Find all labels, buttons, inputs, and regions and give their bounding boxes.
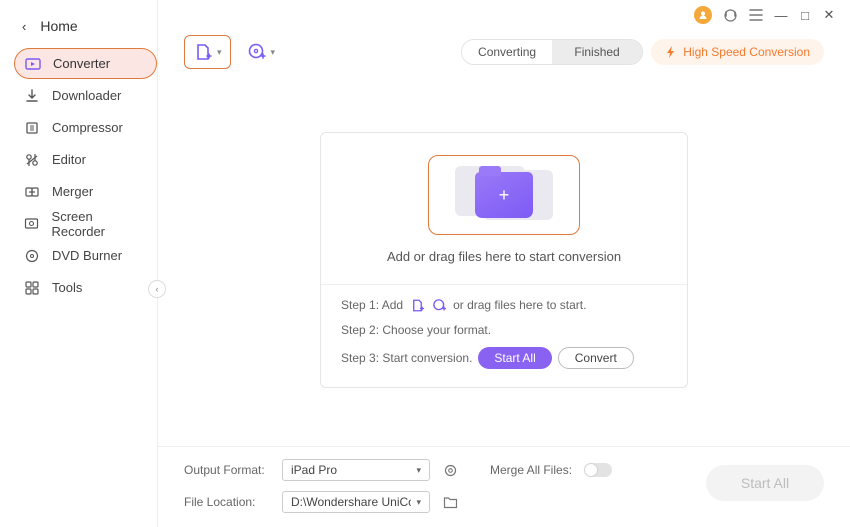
sidebar-item-label: Downloader xyxy=(52,88,121,103)
home-label: Home xyxy=(40,18,77,34)
merge-label: Merge All Files: xyxy=(490,463,572,477)
add-file-button[interactable]: ▾ xyxy=(184,35,231,69)
caret-icon: ▾ xyxy=(416,497,421,508)
add-dvd-button[interactable]: ▾ xyxy=(239,36,284,68)
sidebar-item-downloader[interactable]: Downloader xyxy=(14,80,157,111)
tab-finished[interactable]: Finished xyxy=(552,40,642,64)
folder-plus-icon: + xyxy=(475,172,533,218)
sidebar-item-compressor[interactable]: Compressor xyxy=(14,112,157,143)
maximize-button[interactable]: □ xyxy=(798,8,812,23)
sidebar-item-converter[interactable]: Converter xyxy=(14,48,157,79)
sidebar-item-tools[interactable]: Tools xyxy=(14,272,157,303)
tabs: Converting Finished xyxy=(461,39,643,65)
close-button[interactable]: ✕ xyxy=(822,7,836,23)
bolt-icon xyxy=(665,46,677,58)
sidebar-item-merger[interactable]: Merger xyxy=(14,176,157,207)
high-speed-pill[interactable]: High Speed Conversion xyxy=(651,39,824,65)
sidebar: ‹ Home Converter Downloader Compressor xyxy=(0,0,158,527)
add-file-icon xyxy=(409,297,425,313)
output-format-select[interactable]: iPad Pro ▾ xyxy=(282,459,430,481)
start-all-pill[interactable]: Start All xyxy=(478,347,551,369)
drop-card: + Add or drag files here to start conver… xyxy=(320,132,688,388)
sidebar-item-label: Editor xyxy=(52,152,86,167)
user-avatar-icon[interactable] xyxy=(694,6,712,24)
downloader-icon xyxy=(24,88,40,104)
start-all-button[interactable]: Start All xyxy=(706,465,824,501)
merge-toggle[interactable] xyxy=(584,463,612,477)
caret-icon: ▾ xyxy=(217,47,222,58)
sidebar-item-dvd-burner[interactable]: DVD Burner xyxy=(14,240,157,271)
file-location-select[interactable]: D:\Wondershare UniConverter 1 ▾ xyxy=(282,491,430,513)
step-3: Step 3: Start conversion. Start All Conv… xyxy=(341,347,667,369)
add-dvd-icon xyxy=(247,42,267,62)
file-location-label: File Location: xyxy=(184,495,270,509)
minimize-button[interactable]: — xyxy=(774,8,788,23)
sidebar-item-label: Merger xyxy=(52,184,93,199)
drop-zone[interactable]: + xyxy=(428,155,580,235)
drop-text: Add or drag files here to start conversi… xyxy=(387,249,621,264)
menu-icon[interactable] xyxy=(748,7,764,23)
tab-converting[interactable]: Converting xyxy=(462,40,552,64)
sidebar-collapse-handle[interactable]: ‹ xyxy=(148,280,166,298)
compressor-icon xyxy=(24,120,40,136)
merger-icon xyxy=(24,184,40,200)
editor-icon xyxy=(24,152,40,168)
settings-icon[interactable] xyxy=(442,462,458,478)
step-1: Step 1: Add or drag files here to start. xyxy=(341,297,667,313)
high-speed-label: High Speed Conversion xyxy=(683,45,810,59)
sidebar-item-label: Compressor xyxy=(52,120,123,135)
caret-icon: ▾ xyxy=(271,47,276,58)
sidebar-item-label: DVD Burner xyxy=(52,248,122,263)
sidebar-item-label: Tools xyxy=(52,280,82,295)
open-folder-icon[interactable] xyxy=(442,494,458,510)
sidebar-item-label: Screen Recorder xyxy=(52,209,147,239)
sidebar-item-editor[interactable]: Editor xyxy=(14,144,157,175)
output-format-label: Output Format: xyxy=(184,463,270,477)
screen-recorder-icon xyxy=(24,216,40,232)
tools-icon xyxy=(24,280,40,296)
toolbar: ▾ ▾ Converting Finished High Speed Conve… xyxy=(158,30,850,74)
sidebar-item-screen-recorder[interactable]: Screen Recorder xyxy=(14,208,157,239)
convert-pill[interactable]: Convert xyxy=(558,347,634,369)
home-row[interactable]: ‹ Home xyxy=(0,10,157,48)
titlebar: — □ ✕ xyxy=(158,0,850,30)
back-icon[interactable]: ‹ xyxy=(22,19,26,34)
caret-icon: ▾ xyxy=(416,465,421,476)
dvd-burner-icon xyxy=(24,248,40,264)
step-2: Step 2: Choose your format. xyxy=(341,323,667,337)
footer: Output Format: iPad Pro ▾ Merge All File… xyxy=(158,446,850,527)
add-file-icon xyxy=(193,42,213,62)
add-dvd-icon xyxy=(431,297,447,313)
support-icon[interactable] xyxy=(722,7,738,23)
sidebar-item-label: Converter xyxy=(53,56,110,71)
converter-icon xyxy=(25,56,41,72)
